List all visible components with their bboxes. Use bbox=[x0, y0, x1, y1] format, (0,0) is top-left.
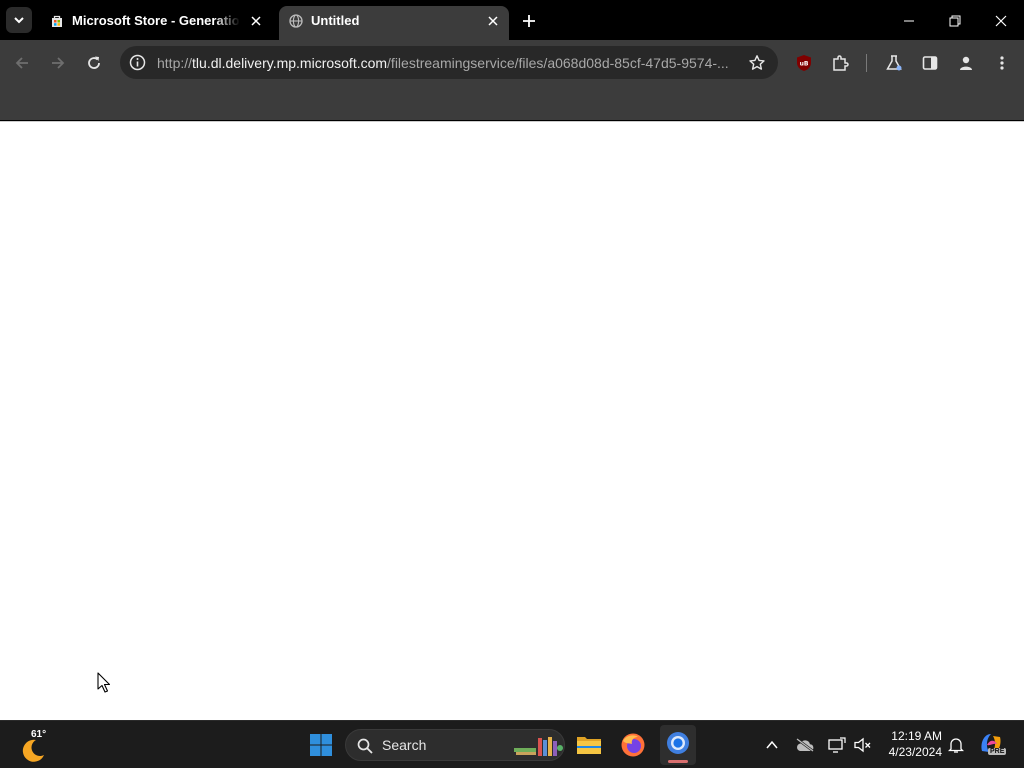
extensions-button[interactable] bbox=[828, 51, 852, 75]
windows-logo-icon bbox=[310, 734, 332, 756]
chevron-down-icon bbox=[14, 17, 24, 24]
chrome-icon bbox=[667, 732, 689, 754]
close-window-button[interactable] bbox=[988, 8, 1014, 34]
cloud-offline-icon bbox=[796, 738, 814, 752]
speaker-muted-icon bbox=[854, 737, 871, 753]
start-button[interactable] bbox=[304, 727, 338, 763]
active-app-indicator bbox=[668, 760, 688, 763]
firefox-icon bbox=[621, 733, 645, 757]
moon-icon bbox=[22, 739, 44, 762]
onedrive-button[interactable] bbox=[794, 735, 816, 755]
tab-strip: Microsoft Store - Generation Project Unt… bbox=[0, 0, 1024, 40]
ublock-extension-button[interactable]: uB bbox=[792, 51, 816, 75]
side-panel-icon bbox=[922, 56, 938, 70]
store-bag-icon bbox=[52, 15, 62, 27]
taskbar-search[interactable]: Search bbox=[345, 729, 565, 761]
mouse-cursor-icon bbox=[97, 672, 111, 693]
close-icon[interactable] bbox=[485, 13, 501, 29]
folder-icon bbox=[577, 737, 601, 754]
plus-icon bbox=[523, 15, 535, 27]
taskbar: 61° Search 12:19 AM 4/23/2024 PRE bbox=[0, 720, 1024, 768]
minimize-button[interactable] bbox=[896, 8, 922, 34]
chevron-up-icon bbox=[766, 740, 778, 749]
back-button[interactable] bbox=[8, 49, 36, 77]
weather-temp: 61° bbox=[31, 729, 47, 740]
monitor-icon bbox=[828, 737, 846, 753]
kebab-menu-icon bbox=[1000, 56, 1004, 70]
copilot-button[interactable]: PRE bbox=[978, 731, 1008, 759]
bookmark-star-icon[interactable] bbox=[747, 53, 766, 72]
arrow-left-icon bbox=[15, 57, 28, 69]
search-icon bbox=[357, 738, 373, 754]
toolbar-divider bbox=[866, 54, 867, 72]
bookmarks-bar bbox=[0, 86, 1024, 120]
new-tab-button[interactable] bbox=[518, 10, 540, 32]
url-text: http://tlu.dl.delivery.mp.microsoft.com/… bbox=[157, 55, 729, 71]
puzzle-icon bbox=[833, 55, 849, 71]
labs-button[interactable] bbox=[882, 51, 906, 75]
globe-icon bbox=[289, 14, 303, 28]
notifications-button[interactable] bbox=[946, 735, 966, 755]
ublock-shield-icon: uB bbox=[797, 55, 811, 71]
minimize-icon bbox=[904, 20, 914, 22]
volume-button[interactable] bbox=[852, 735, 874, 755]
chrome-button[interactable] bbox=[660, 725, 696, 765]
tab-microsoft-store[interactable]: Microsoft Store - Generation Project bbox=[40, 6, 272, 40]
copilot-badge: PRE bbox=[988, 748, 1007, 755]
forward-button[interactable] bbox=[44, 49, 72, 77]
svg-text:uB: uB bbox=[800, 61, 809, 68]
address-bar[interactable]: http://tlu.dl.delivery.mp.microsoft.com/… bbox=[120, 46, 778, 79]
person-icon bbox=[960, 56, 972, 70]
reload-button[interactable] bbox=[80, 49, 108, 77]
display-button[interactable] bbox=[826, 735, 848, 755]
clock-date: 4/23/2024 bbox=[888, 745, 942, 759]
tab-search-button[interactable] bbox=[6, 7, 32, 33]
close-icon[interactable] bbox=[248, 13, 264, 29]
restore-icon bbox=[949, 15, 961, 27]
file-explorer-button[interactable] bbox=[574, 729, 604, 761]
side-panel-button[interactable] bbox=[918, 51, 942, 75]
tab-title: Untitled bbox=[311, 13, 360, 28]
site-info-icon[interactable] bbox=[128, 53, 147, 72]
search-label: Search bbox=[382, 737, 427, 753]
clock[interactable]: 12:19 AM 4/23/2024 bbox=[876, 729, 942, 759]
browser-toolbar: http://tlu.dl.delivery.mp.microsoft.com/… bbox=[0, 40, 1024, 86]
tray-overflow-button[interactable] bbox=[762, 735, 782, 755]
books-highlight-icon bbox=[514, 737, 563, 756]
weather-widget[interactable]: 61° bbox=[18, 729, 54, 762]
menu-button[interactable] bbox=[990, 51, 1014, 75]
tab-title: Microsoft Store - Generation Project bbox=[72, 13, 240, 28]
reload-icon bbox=[88, 56, 100, 69]
page-content[interactable] bbox=[0, 121, 1024, 720]
flask-icon bbox=[886, 55, 902, 71]
bell-icon bbox=[948, 738, 964, 753]
arrow-right-icon bbox=[52, 57, 65, 69]
profile-button[interactable] bbox=[954, 51, 978, 75]
clock-time: 12:19 AM bbox=[891, 729, 942, 743]
restore-button[interactable] bbox=[942, 8, 968, 34]
tab-untitled[interactable]: Untitled bbox=[279, 6, 509, 40]
firefox-button[interactable] bbox=[618, 729, 648, 761]
close-icon bbox=[995, 15, 1007, 27]
